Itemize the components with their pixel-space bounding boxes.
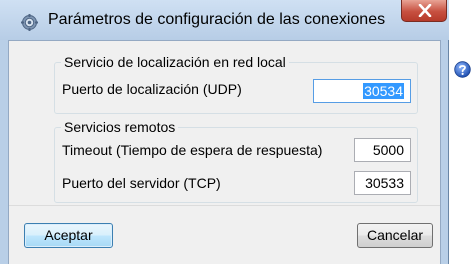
close-icon — [418, 4, 432, 17]
timeout-value: 5000 — [372, 142, 404, 158]
close-button[interactable] — [401, 0, 447, 22]
gear-settings-icon — [21, 14, 38, 31]
screen: Parámetros de configuración de las conex… — [0, 0, 476, 264]
help-icon[interactable] — [454, 61, 471, 78]
local-location-group-title: Servicio de localización en red local — [61, 54, 289, 70]
udp-port-value: 30534 — [363, 83, 404, 99]
remote-services-group: Servicios remotos Timeout (Tiempo de esp… — [54, 119, 418, 203]
title-bar[interactable]: Parámetros de configuración de las conex… — [0, 0, 449, 40]
connection-settings-dialog: Parámetros de configuración de las conex… — [0, 0, 449, 264]
cancel-button[interactable]: Cancelar — [357, 223, 433, 248]
footer-divider — [9, 205, 440, 206]
accept-button[interactable]: Aceptar — [24, 223, 113, 248]
udp-port-input[interactable]: 30534 — [313, 79, 411, 103]
window-title: Parámetros de configuración de las conex… — [48, 11, 386, 28]
timeout-label: Timeout (Tiempo de espera de respuesta) — [62, 142, 323, 158]
server-port-value: 30533 — [365, 175, 404, 191]
udp-port-label: Puerto de localización (UDP) — [62, 81, 242, 97]
local-location-group: Servicio de localización en red local Pu… — [54, 54, 418, 114]
timeout-input[interactable]: 5000 — [354, 138, 411, 162]
dialog-content: Servicio de localización en red local Pu… — [8, 40, 441, 264]
server-port-input[interactable]: 30533 — [354, 171, 411, 195]
server-port-label: Puerto del servidor (TCP) — [62, 175, 221, 191]
remote-services-group-title: Servicios remotos — [61, 119, 179, 135]
